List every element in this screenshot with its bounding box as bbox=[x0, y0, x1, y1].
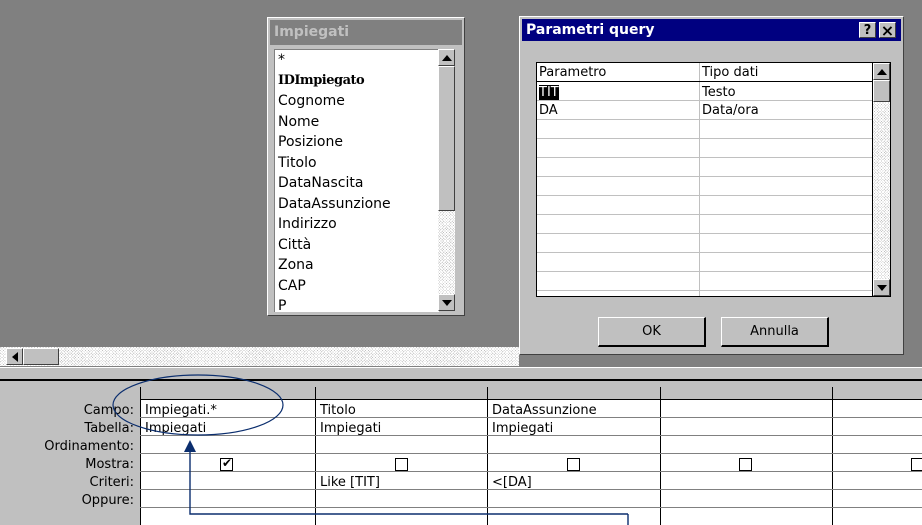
ok-button[interactable]: OK bbox=[598, 317, 706, 347]
field-item-idimpiegato[interactable]: IDImpiegato bbox=[275, 71, 439, 92]
field-item-datanascita[interactable]: DataNascita bbox=[275, 173, 439, 194]
field-item-citta[interactable]: Città bbox=[275, 235, 439, 256]
field-item-indirizzo[interactable]: Indirizzo bbox=[275, 214, 439, 235]
field-list[interactable]: * IDImpiegato Cognome Nome Posizione Tit… bbox=[274, 49, 439, 312]
column-header-tipo-dati: Tipo dati bbox=[702, 65, 759, 80]
scroll-up-button[interactable] bbox=[873, 63, 890, 80]
scroll-thumb[interactable] bbox=[873, 80, 890, 102]
table-pane-hscrollbar[interactable] bbox=[0, 347, 519, 366]
scroll-down-button[interactable] bbox=[873, 279, 890, 296]
arrow-down-icon bbox=[876, 284, 887, 291]
mostra-checkbox[interactable] bbox=[739, 458, 752, 471]
arrow-up-icon bbox=[441, 54, 452, 61]
help-icon: ? bbox=[863, 22, 872, 38]
mostra-checkbox[interactable] bbox=[911, 458, 922, 471]
row-label-campo: Campo: bbox=[83, 403, 134, 418]
scroll-down-button[interactable] bbox=[438, 294, 455, 311]
cancel-button-label: Annulla bbox=[750, 324, 799, 339]
campo-cell[interactable]: Impiegati.* bbox=[143, 402, 313, 419]
scroll-up-button[interactable] bbox=[438, 49, 455, 66]
field-list-scrollbar[interactable] bbox=[438, 49, 455, 311]
parameter-cell[interactable]: TIT bbox=[537, 83, 699, 102]
ok-button-label: OK bbox=[642, 324, 661, 339]
parameter-table[interactable]: Parametro Tipo dati TIT Testo DA Data/or… bbox=[536, 62, 873, 297]
type-cell[interactable]: Testo bbox=[700, 83, 870, 102]
field-item-nome[interactable]: Nome bbox=[275, 112, 439, 133]
field-item-cap[interactable]: CAP bbox=[275, 276, 439, 297]
field-item-titolo[interactable]: Titolo bbox=[275, 153, 439, 174]
field-item-dataassunzione[interactable]: DataAssunzione bbox=[275, 194, 439, 215]
close-icon: × bbox=[880, 20, 895, 40]
parameter-name-selected: TIT bbox=[539, 85, 559, 100]
table-window-titlebar[interactable]: Impiegati bbox=[270, 20, 462, 45]
row-label-ordinamento: Ordinamento: bbox=[44, 439, 134, 454]
query-parameters-dialog[interactable]: Parametri query ? × Parametro Tipo dati … bbox=[519, 16, 904, 355]
table-window-title: Impiegati bbox=[274, 24, 350, 40]
tabella-cell[interactable]: Impiegati bbox=[318, 420, 485, 437]
close-button[interactable]: × bbox=[879, 20, 896, 40]
checkmark-icon: ✔ bbox=[222, 456, 233, 470]
tabella-cell[interactable]: Impiegati bbox=[490, 420, 657, 437]
pane-splitter[interactable] bbox=[0, 367, 922, 381]
row-label-tabella: Tabella: bbox=[84, 421, 134, 436]
dialog-title: Parametri query bbox=[526, 22, 655, 38]
cancel-button[interactable]: Annulla bbox=[721, 317, 829, 347]
row-label-mostra: Mostra: bbox=[85, 457, 134, 472]
dialog-titlebar[interactable]: Parametri query ? × bbox=[522, 19, 901, 41]
criteri-cell[interactable]: Like [TIT] bbox=[318, 474, 485, 491]
row-label-criteri: Criteri: bbox=[89, 475, 134, 490]
parameter-table-scrollbar[interactable] bbox=[873, 62, 891, 297]
arrow-up-icon bbox=[876, 68, 887, 75]
field-item-zona[interactable]: Zona bbox=[275, 255, 439, 276]
arrow-down-icon bbox=[441, 299, 452, 306]
mostra-checkbox[interactable] bbox=[567, 458, 580, 471]
help-button[interactable]: ? bbox=[859, 22, 876, 38]
type-cell[interactable]: Data/ora bbox=[700, 101, 870, 120]
mostra-checkbox[interactable]: ✔ bbox=[220, 456, 233, 471]
row-label-oppure: Oppure: bbox=[81, 493, 134, 508]
scroll-left-button[interactable] bbox=[6, 348, 23, 365]
campo-cell[interactable]: DataAssunzione bbox=[490, 402, 657, 419]
field-item-partial[interactable]: P bbox=[275, 296, 439, 312]
design-grid[interactable]: Campo: Tabella: Ordinamento: Mostra: Cri… bbox=[0, 381, 922, 525]
column-selector-strip[interactable] bbox=[140, 387, 922, 400]
arrow-left-icon bbox=[11, 351, 18, 362]
criteri-cell[interactable]: <[DA] bbox=[490, 474, 657, 491]
tabella-cell[interactable]: Impiegati bbox=[143, 420, 313, 437]
mostra-checkbox[interactable] bbox=[395, 458, 408, 471]
field-item-all[interactable]: * bbox=[275, 50, 439, 71]
field-item-cognome[interactable]: Cognome bbox=[275, 91, 439, 112]
parameter-cell[interactable]: DA bbox=[537, 101, 699, 120]
table-window-impiegati[interactable]: Impiegati * IDImpiegato Cognome Nome Pos… bbox=[267, 17, 465, 316]
scroll-thumb[interactable] bbox=[438, 66, 455, 211]
field-item-posizione[interactable]: Posizione bbox=[275, 132, 439, 153]
campo-cell[interactable]: Titolo bbox=[318, 402, 485, 419]
column-header-parametro: Parametro bbox=[539, 65, 607, 80]
hscroll-thumb[interactable] bbox=[23, 348, 59, 365]
